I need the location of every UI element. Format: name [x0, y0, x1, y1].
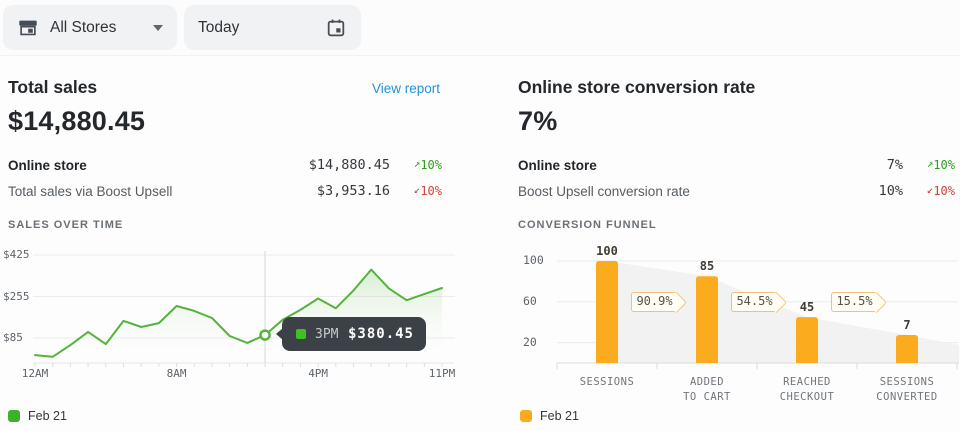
metric-value: $14,880.45	[280, 157, 390, 173]
trend-up-icon: ↗	[414, 157, 421, 170]
conversion-value: 7%	[518, 106, 557, 137]
x-axis-tick: 11PM	[429, 367, 456, 380]
metric-value: 10%	[793, 183, 903, 199]
category-label: SESSIONSCONVERTED	[857, 375, 957, 405]
x-axis-tick: 12AM	[22, 367, 49, 380]
category-label: SESSIONS	[557, 375, 657, 390]
metric-value: $3,953.16	[280, 183, 390, 199]
conversion-funnel-heading: CONVERSION FUNNEL	[518, 219, 657, 231]
funnel-bar[interactable]	[896, 335, 918, 363]
metric-delta: ↗10%	[903, 158, 955, 172]
x-axis-tick: 8AM	[167, 367, 187, 380]
chart-tooltip: 3PM $380.45	[282, 317, 426, 351]
metric-label: Online store	[518, 158, 597, 173]
storefront-icon	[17, 17, 39, 39]
sales-legend: Feb 21	[8, 409, 67, 423]
conversion-title: Online store conversion rate	[518, 77, 755, 98]
store-selector-label: All Stores	[50, 19, 116, 37]
metric-row-online-store: Online store $14,880.45 ↗10%	[8, 152, 442, 178]
y-axis-tick: $425	[3, 248, 30, 261]
calendar-icon	[325, 17, 347, 39]
trend-up-icon: ↗	[927, 157, 934, 170]
metric-delta: ↙10%	[903, 184, 955, 198]
y-axis-tick: $255	[3, 290, 30, 303]
conversion-rate-pill: 15.5%	[831, 292, 877, 312]
category-label: ADDEDTO CART	[657, 375, 757, 405]
trend-down-icon: ↙	[927, 183, 934, 196]
metric-row-online-store-rate: Online store 7% ↗10%	[518, 152, 955, 178]
sales-over-time-heading: SALES OVER TIME	[8, 219, 123, 231]
sales-over-time-chart[interactable]: 3PM $380.45 $425 $255 $85 12AM 8AM 4PM 11PM	[0, 245, 460, 397]
metric-row-boost-rate: Boost Upsell conversion rate 10% ↙10%	[518, 178, 955, 204]
conversion-funnel-chart[interactable]: 1006020100SESSIONS85ADDEDTO CART45REACHE…	[518, 245, 960, 397]
bar-value-label: 85	[685, 259, 729, 273]
metric-value: 7%	[793, 157, 903, 173]
metric-delta: ↙10%	[390, 184, 442, 198]
bar-value-label: 100	[585, 244, 629, 258]
top-bar: All Stores Today	[0, 0, 960, 56]
date-selector[interactable]: Today	[184, 5, 361, 50]
legend-swatch	[520, 410, 532, 422]
x-axis-tick: 4PM	[308, 367, 328, 380]
tooltip-value: $380.45	[348, 326, 414, 342]
category-label: REACHEDCHECKOUT	[757, 375, 857, 405]
conversion-rate-pill: 90.9%	[631, 292, 677, 312]
chevron-down-icon	[153, 25, 163, 31]
tooltip-series-swatch	[296, 329, 306, 339]
legend-label: Feb 21	[28, 409, 67, 423]
y-axis-tick: 100	[523, 253, 544, 267]
funnel-bar[interactable]	[696, 276, 718, 363]
metric-label: Total sales via Boost Upsell	[8, 184, 172, 199]
metric-label: Boost Upsell conversion rate	[518, 184, 690, 199]
tooltip-time: 3PM	[315, 327, 338, 342]
legend-swatch	[8, 410, 20, 422]
total-sales-value: $14,880.45	[8, 106, 145, 137]
trend-down-icon: ↙	[414, 183, 421, 196]
funnel-legend: Feb 21	[520, 409, 579, 423]
metric-label: Online store	[8, 158, 87, 173]
conversion-rate-pill: 54.5%	[731, 292, 777, 312]
store-selector[interactable]: All Stores	[3, 5, 177, 50]
total-sales-title: Total sales	[8, 77, 97, 98]
metric-row-boost-upsell: Total sales via Boost Upsell $3,953.16 ↙…	[8, 178, 442, 204]
y-axis-tick: 60	[523, 294, 537, 308]
y-axis-tick: $85	[3, 331, 23, 344]
view-report-link[interactable]: View report	[372, 81, 440, 96]
bar-value-label: 7	[885, 318, 929, 332]
highlighted-point	[261, 331, 270, 340]
metric-delta: ↗10%	[390, 158, 442, 172]
funnel-bar[interactable]	[596, 261, 618, 363]
date-selector-label: Today	[198, 19, 239, 37]
y-axis-tick: 20	[523, 335, 537, 349]
funnel-bar[interactable]	[796, 317, 818, 363]
bar-value-label: 45	[785, 300, 829, 314]
legend-label: Feb 21	[540, 409, 579, 423]
